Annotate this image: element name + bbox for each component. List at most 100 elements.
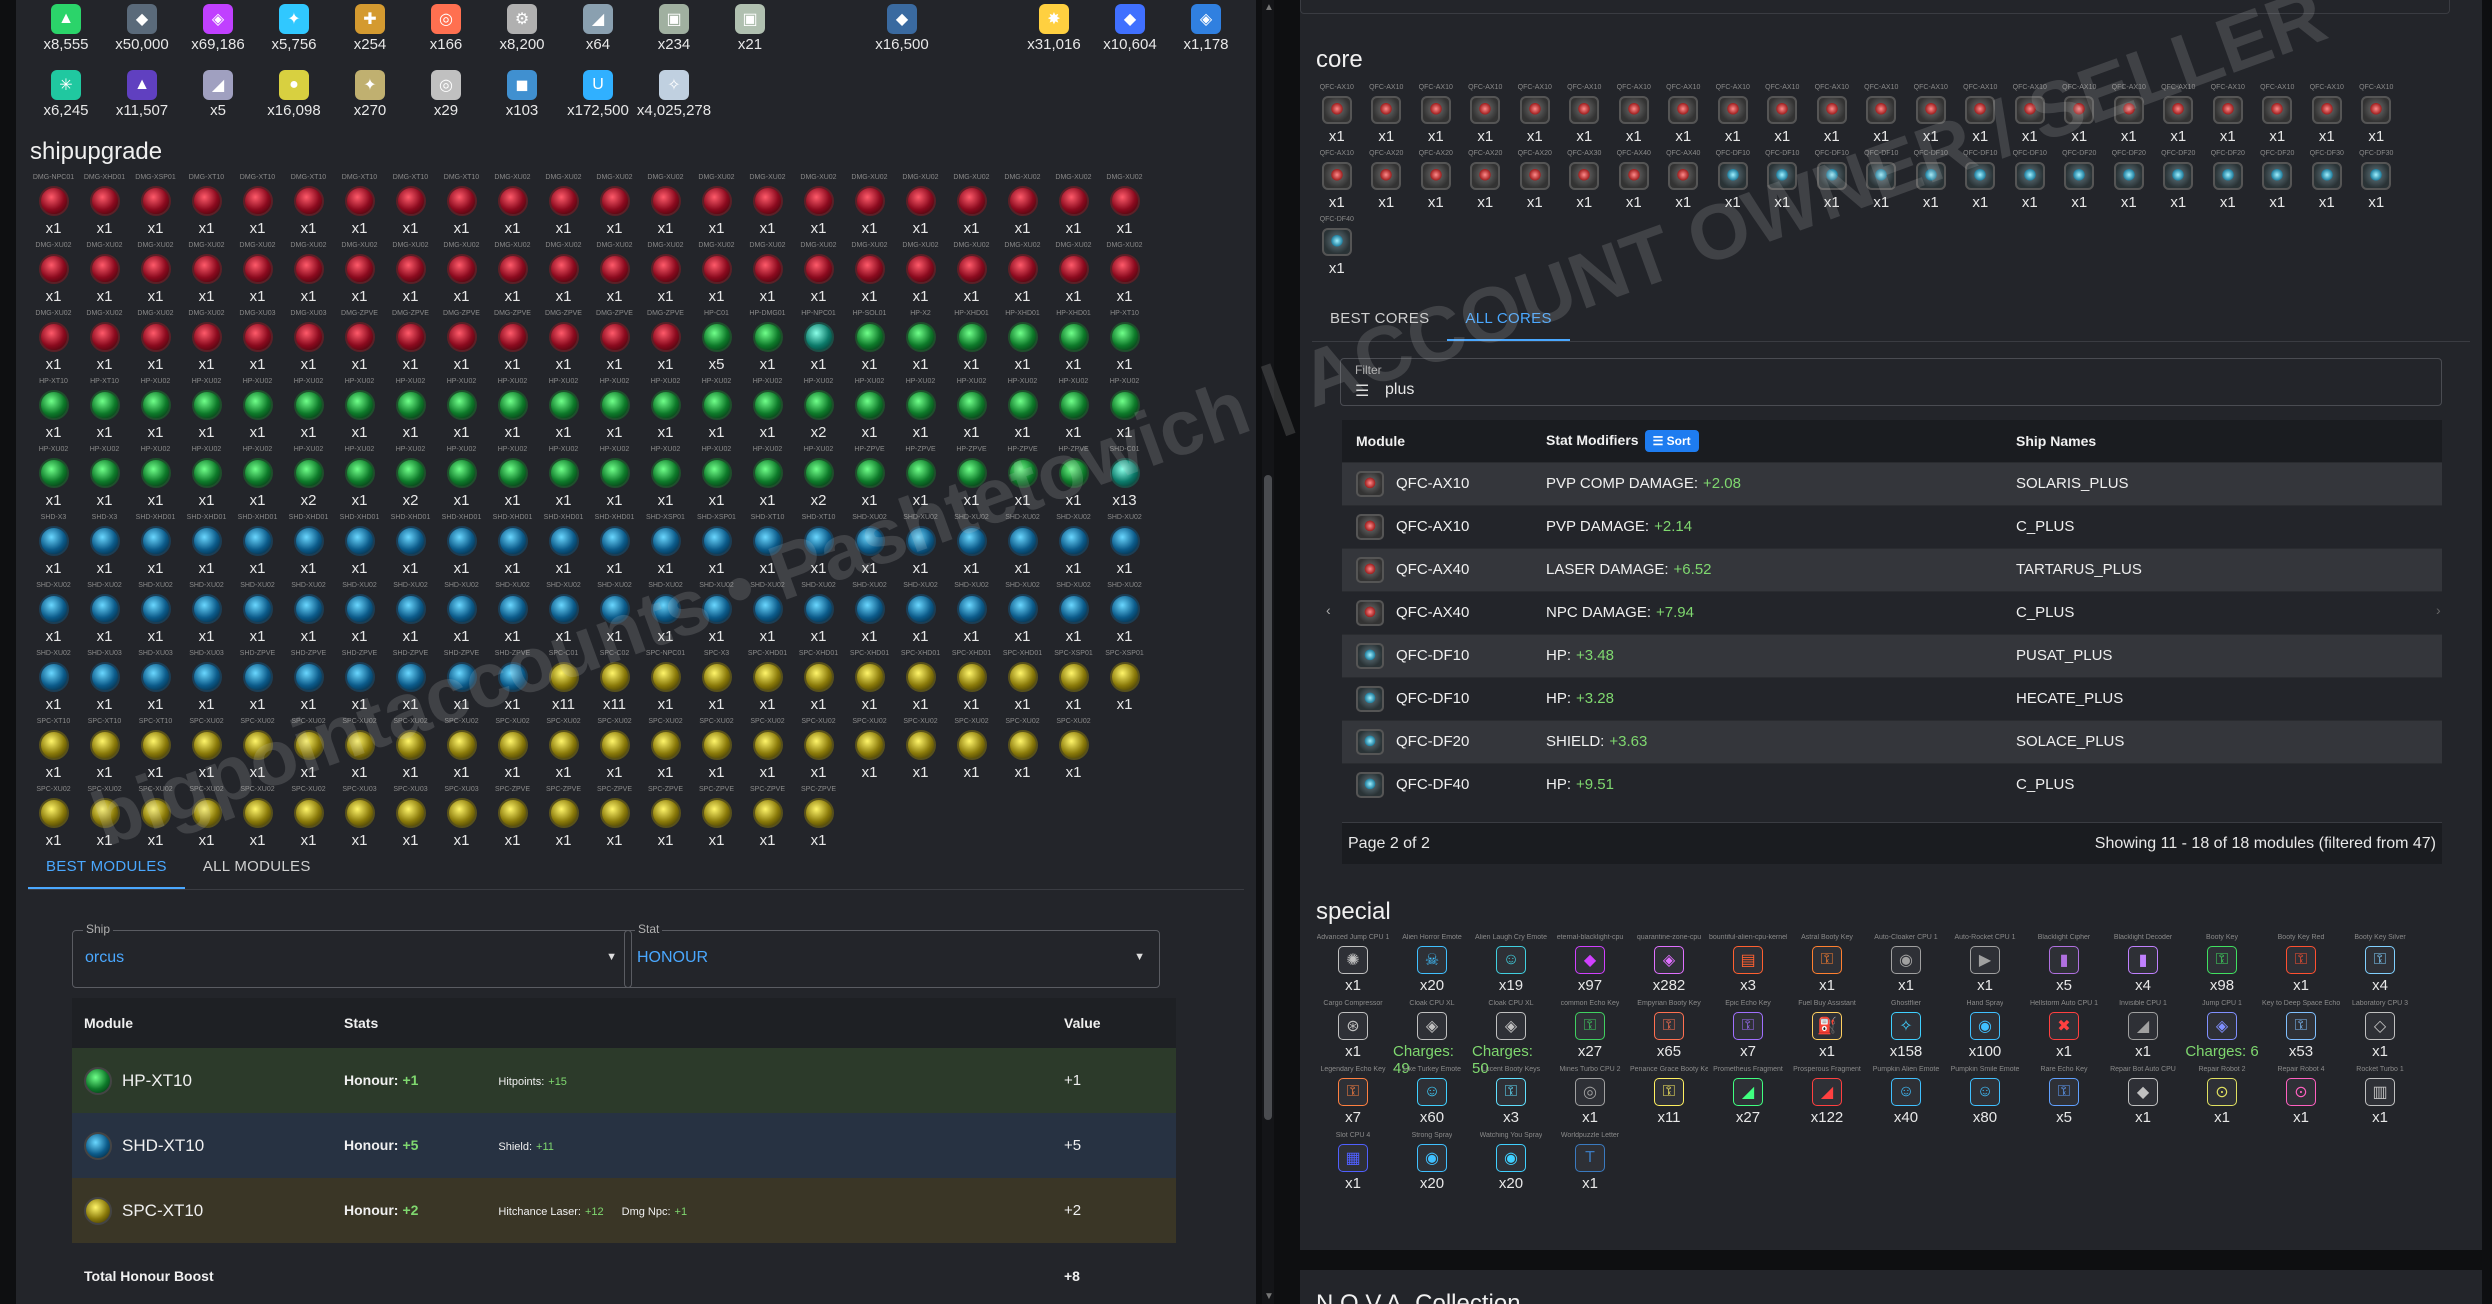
special-item[interactable]: Jump CPU 1 ◈ Charges: 6 [2183, 1000, 2261, 1060]
shipupgrade-item[interactable]: SHD-ZPVE x1 [232, 650, 283, 714]
shipupgrade-item[interactable]: HP-XU02 x1 [334, 378, 385, 442]
sort-button[interactable]: ☰ Sort [1644, 429, 1699, 452]
shipupgrade-item[interactable]: DMG-XT10 x1 [385, 174, 436, 238]
shipupgrade-item[interactable]: SHD-XHD01 x1 [589, 514, 640, 578]
core-item[interactable]: QFC-AX20 x1 [1362, 150, 1412, 216]
shipupgrade-item[interactable]: DMG-XU02 x1 [946, 242, 997, 306]
scroll-down-icon[interactable]: ▼ [1264, 1291, 1274, 1302]
shipupgrade-item[interactable]: DMG-XT10 x1 [334, 174, 385, 238]
shipupgrade-item[interactable]: SHD-XU03 x1 [79, 650, 130, 714]
special-item[interactable]: Worldpuzzle Letter Tx1 [1551, 1132, 1629, 1192]
shipupgrade-item[interactable]: SPC-ZPVE x1 [793, 786, 844, 850]
shipupgrade-item[interactable]: SPC-XT10 x1 [79, 718, 130, 782]
special-item[interactable]: Lucent Booty Keys ⚿ x3 [1472, 1066, 1550, 1126]
core-item[interactable]: QFC-AX40 x1 [1659, 150, 1709, 216]
shipupgrade-item[interactable]: SPC-X3 x1 [691, 650, 742, 714]
shipupgrade-item[interactable]: HP-X2 x1 [895, 310, 946, 374]
shipupgrade-item[interactable]: DMG-XU02 x1 [640, 242, 691, 306]
shipupgrade-item[interactable]: HP-XU02 x1 [181, 378, 232, 442]
shipupgrade-item[interactable]: DMG-XU02 x1 [385, 242, 436, 306]
stat-select[interactable]: Stat HONOUR ▼ [624, 922, 1160, 988]
shipupgrade-item[interactable]: SPC-XU02 x1 [79, 786, 130, 850]
shipupgrade-item[interactable]: SHD-X3 x1 [79, 514, 130, 578]
shipupgrade-item[interactable]: DMG-XU02 x1 [1099, 242, 1150, 306]
shipupgrade-item[interactable]: DMG-XU02 x1 [793, 174, 844, 238]
table-row[interactable]: QFC-AX10 PVP DAMAGE: +2.14 C_PLUS [1342, 504, 2442, 548]
ship-select[interactable]: Ship orcus ▼ [72, 922, 632, 988]
shipupgrade-item[interactable]: SHD-XSP01 x1 [691, 514, 742, 578]
shipupgrade-item[interactable]: SHD-XHD01 x1 [538, 514, 589, 578]
shipupgrade-item[interactable]: SHD-XU02 x1 [691, 582, 742, 646]
core-item[interactable]: QFC-AX20 x1 [1411, 150, 1461, 216]
shipupgrade-item[interactable]: SPC-XU03 x1 [334, 786, 385, 850]
shipupgrade-item[interactable]: SPC-XU02 x1 [895, 718, 946, 782]
special-item[interactable]: Booty Key Red ⚿ x1 [2262, 934, 2340, 994]
shipupgrade-item[interactable]: DMG-XU02 x1 [79, 310, 130, 374]
shipupgrade-item[interactable]: SPC-XU02 x1 [28, 786, 79, 850]
special-item[interactable]: Repair Robot 4 ⊙ x1 [2262, 1066, 2340, 1126]
shipupgrade-item[interactable]: DMG-XU02 x1 [793, 242, 844, 306]
special-item[interactable]: Penance Grace Booty Keys ⚿ x11 [1630, 1066, 1708, 1126]
shipupgrade-item[interactable]: HP-XU02 x1 [589, 378, 640, 442]
shipupgrade-item[interactable]: DMG-XU02 x1 [130, 310, 181, 374]
shipupgrade-item[interactable]: SHD-XU02 x1 [1099, 514, 1150, 578]
shipupgrade-item[interactable]: SHD-C01 x13 [1099, 446, 1150, 510]
shipupgrade-item[interactable]: SHD-XU02 x1 [283, 582, 334, 646]
shipupgrade-item[interactable]: HP-XU02 x2 [385, 446, 436, 510]
shipupgrade-item[interactable]: DMG-XU03 x1 [232, 310, 283, 374]
shipupgrade-item[interactable]: SPC-XU02 x1 [640, 718, 691, 782]
shipupgrade-item[interactable]: SHD-XU02 x1 [181, 582, 232, 646]
shipupgrade-item[interactable]: SPC-XHD01 x1 [793, 650, 844, 714]
core-item[interactable]: QFC-AX10 x1 [1362, 84, 1412, 150]
shipupgrade-item[interactable]: SPC-XU03 x1 [385, 786, 436, 850]
shipupgrade-item[interactable]: DMG-XU02 x1 [691, 242, 742, 306]
shipupgrade-item[interactable]: DMG-XU02 x1 [28, 242, 79, 306]
shipupgrade-item[interactable]: DMG-XU02 x1 [232, 242, 283, 306]
core-item[interactable]: QFC-DF20 x1 [2154, 150, 2204, 216]
core-item[interactable]: QFC-AX10 x1 [1560, 84, 1610, 150]
shipupgrade-item[interactable]: SPC-NPC01 x1 [640, 650, 691, 714]
shipupgrade-item[interactable]: HP-XU02 x1 [232, 446, 283, 510]
shipupgrade-item[interactable]: HP-XU02 x1 [232, 378, 283, 442]
special-item[interactable]: Repair Robot 2 ⊙ x1 [2183, 1066, 2261, 1126]
special-item[interactable]: Blacklight Decoder ▮ x4 [2104, 934, 2182, 994]
shipupgrade-item[interactable]: DMG-XU02 x1 [538, 242, 589, 306]
scrollbar-thumb[interactable] [1264, 475, 1272, 1120]
shipupgrade-item[interactable]: HP-XU02 x1 [691, 378, 742, 442]
special-item[interactable]: bountiful-alien-cpu-kernel ▤ x3 [1709, 934, 1787, 994]
shipupgrade-item[interactable]: SPC-XU02 x1 [997, 718, 1048, 782]
shipupgrade-item[interactable]: SPC-XT10 x1 [28, 718, 79, 782]
shipupgrade-item[interactable]: HP-XU02 x1 [28, 446, 79, 510]
shipupgrade-item[interactable]: SPC-ZPVE x1 [589, 786, 640, 850]
shipupgrade-item[interactable]: DMG-XU02 x1 [742, 242, 793, 306]
shipupgrade-item[interactable]: SPC-ZPVE x1 [691, 786, 742, 850]
shipupgrade-item[interactable]: SHD-XU02 x1 [793, 582, 844, 646]
shipupgrade-item[interactable]: SHD-XU02 x1 [79, 582, 130, 646]
core-item[interactable]: QFC-AX20 x1 [1510, 150, 1560, 216]
shipupgrade-item[interactable]: SHD-XHD01 x1 [385, 514, 436, 578]
special-item[interactable]: Mines Turbo CPU 2 ◎ x1 [1551, 1066, 1629, 1126]
shipupgrade-item[interactable]: SHD-XU02 x1 [28, 582, 79, 646]
shipupgrade-item[interactable]: SHD-XU02 x1 [385, 582, 436, 646]
shipupgrade-item[interactable]: HP-NPC01 x1 [793, 310, 844, 374]
shipupgrade-item[interactable]: HP-XU02 x1 [895, 378, 946, 442]
shipupgrade-item[interactable]: HP-XU02 x1 [742, 446, 793, 510]
shipupgrade-item[interactable]: SPC-XU02 x1 [334, 718, 385, 782]
shipupgrade-item[interactable]: SHD-XU02 x1 [895, 514, 946, 578]
special-item[interactable]: Booty Key ⚿ x98 [2183, 934, 2261, 994]
table-row[interactable]: QFC-AX10 PVP COMP DAMAGE: +2.08 SOLARIS_PLU… [1342, 461, 2442, 505]
shipupgrade-item[interactable]: SPC-C02 x11 [589, 650, 640, 714]
shipupgrade-item[interactable]: HP-XU02 x1 [283, 378, 334, 442]
shipupgrade-item[interactable]: SHD-ZPVE x1 [385, 650, 436, 714]
tab-all-modules[interactable]: ALL MODULES [185, 848, 329, 889]
special-item[interactable]: Hand Spray ◉ x100 [1946, 1000, 2024, 1060]
shipupgrade-item[interactable]: HP-XU02 x1 [844, 378, 895, 442]
core-item[interactable]: QFC-AX10 x1 [1312, 150, 1362, 216]
shipupgrade-item[interactable]: HP-XU02 x1 [130, 446, 181, 510]
table-row[interactable]: QFC-AX40 LASER DAMAGE: +6.52 TARTARUS_PLUS [1342, 547, 2442, 591]
shipupgrade-item[interactable]: SHD-XHD01 x1 [487, 514, 538, 578]
shipupgrade-item[interactable]: HP-SOL01 x1 [844, 310, 895, 374]
shipupgrade-item[interactable]: HP-XHD01 x1 [946, 310, 997, 374]
shipupgrade-item[interactable]: SPC-XHD01 x1 [895, 650, 946, 714]
special-item[interactable]: quarantine-zone-cpu ◈ x282 [1630, 934, 1708, 994]
